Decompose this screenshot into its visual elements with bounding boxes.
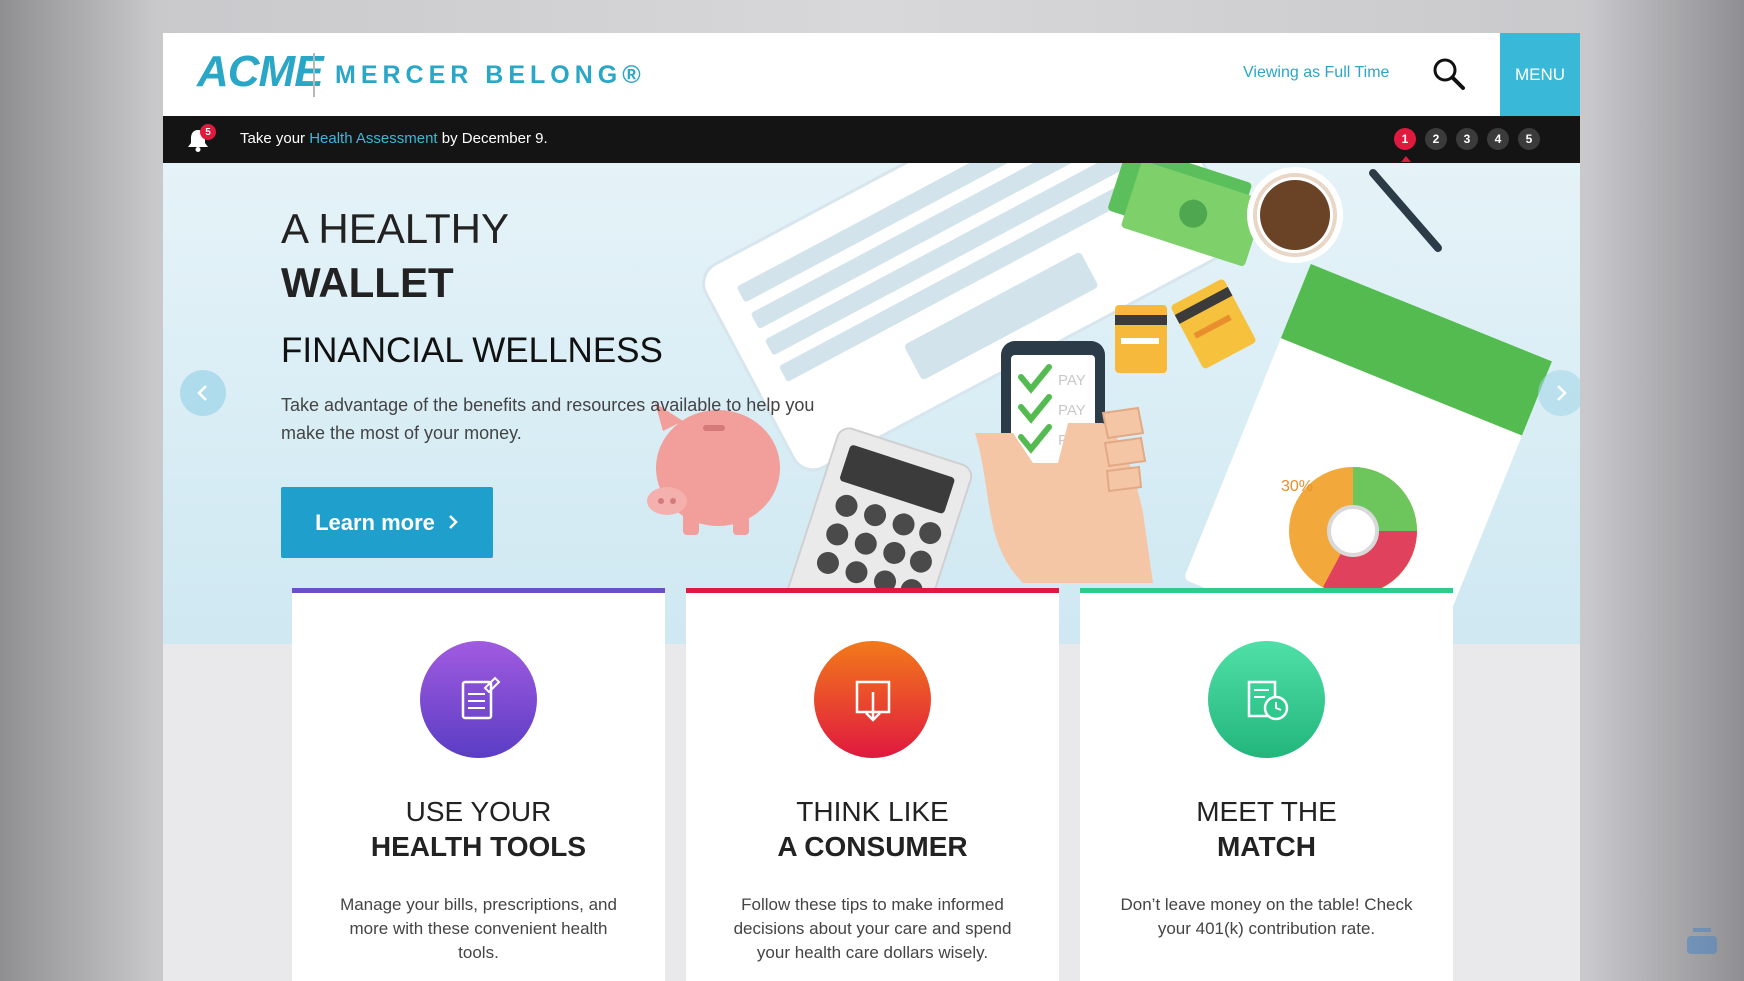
- card-title: THINK LIKE: [796, 796, 949, 827]
- card-meet-match[interactable]: MEET THE MATCH Don’t leave money on the …: [1080, 588, 1453, 981]
- notification-pager: 1 2 3 4 5: [1394, 128, 1540, 150]
- hero-carousel: 30% PAY PAY A HEALTHY WALLET FINANCIAL W…: [163, 163, 1580, 644]
- acme-logo[interactable]: ACME: [197, 47, 324, 97]
- carousel-prev-button[interactable]: [180, 370, 226, 416]
- hero-title-bold: WALLET: [281, 259, 454, 306]
- chevron-left-icon: [197, 385, 207, 401]
- card-think-consumer[interactable]: THINK LIKE A CONSUMER Follow these tips …: [686, 588, 1059, 981]
- subscribe-watermark-icon: [1683, 924, 1721, 958]
- notification-page-3[interactable]: 3: [1456, 128, 1478, 150]
- card-title-bold: HEALTH TOOLS: [370, 831, 587, 862]
- hero-description: Take advantage of the benefits and resou…: [281, 395, 815, 443]
- chart-percent-label: 30%: [1281, 478, 1313, 495]
- notification-page-4[interactable]: 4: [1487, 128, 1509, 150]
- hero-subtitle: FINANCIAL WELLNESS: [281, 331, 663, 370]
- health-assessment-link[interactable]: Health Assessment: [309, 130, 437, 147]
- card-title-bold: A CONSUMER: [777, 831, 968, 862]
- hero-title: A HEALTHY: [281, 205, 509, 252]
- coffee-cup-illustration: [1247, 167, 1343, 263]
- card-description: Follow these tips to make informed decis…: [733, 895, 1012, 962]
- card-title-bold: MATCH: [1216, 831, 1316, 862]
- mercer-belong-logo: MERCER BELONG®: [335, 61, 646, 89]
- phone-item-1: PAY: [1058, 372, 1086, 389]
- notification-page-5[interactable]: 5: [1518, 128, 1540, 150]
- viewing-as-link[interactable]: Viewing as Full Time: [1243, 64, 1389, 82]
- search-icon[interactable]: [1428, 53, 1470, 95]
- phone-checklist-illustration: PAY PAY PAY: [975, 341, 1153, 583]
- learn-more-label: Learn more: [315, 509, 435, 535]
- learn-more-button[interactable]: Learn more: [281, 487, 493, 558]
- card-accent-bar: [686, 588, 1059, 593]
- menu-button[interactable]: MENU: [1500, 33, 1580, 116]
- clock-list-icon: [1208, 641, 1325, 758]
- card-accent-bar: [1080, 588, 1453, 593]
- notification-text-after: by December 9.: [437, 130, 548, 147]
- document-edit-icon: [420, 641, 537, 758]
- card-health-tools[interactable]: USE YOUR HEALTH TOOLS Manage your bills,…: [292, 588, 665, 981]
- chevron-right-icon: [1557, 385, 1567, 401]
- notification-count-badge: 5: [200, 124, 216, 140]
- download-tray-icon: [814, 641, 931, 758]
- phone-item-2: PAY: [1058, 402, 1086, 419]
- carousel-next-button[interactable]: [1538, 370, 1580, 416]
- card-accent-bar: [292, 588, 665, 593]
- notification-page-2[interactable]: 2: [1425, 128, 1447, 150]
- notification-page-1[interactable]: 1: [1394, 128, 1416, 150]
- card-title: MEET THE: [1196, 796, 1337, 827]
- browser-viewport: ACME MERCER BELONG® Viewing as Full Time…: [163, 33, 1580, 981]
- card-description: Manage your bills, prescriptions, and mo…: [340, 895, 617, 962]
- active-page-indicator: [1401, 156, 1411, 162]
- card-description: Don’t leave money on the table! Check yo…: [1120, 895, 1413, 938]
- notification-bar: 5 Take your Health Assessment by Decembe…: [163, 116, 1580, 163]
- chevron-right-icon: [447, 510, 459, 536]
- notification-text-before: Take your: [240, 130, 310, 147]
- site-header: ACME MERCER BELONG® Viewing as Full Time…: [163, 33, 1580, 116]
- card-title: USE YOUR: [405, 796, 552, 827]
- notification-message: Take your Health Assessment by December …: [240, 130, 548, 147]
- logo-divider: [313, 53, 315, 97]
